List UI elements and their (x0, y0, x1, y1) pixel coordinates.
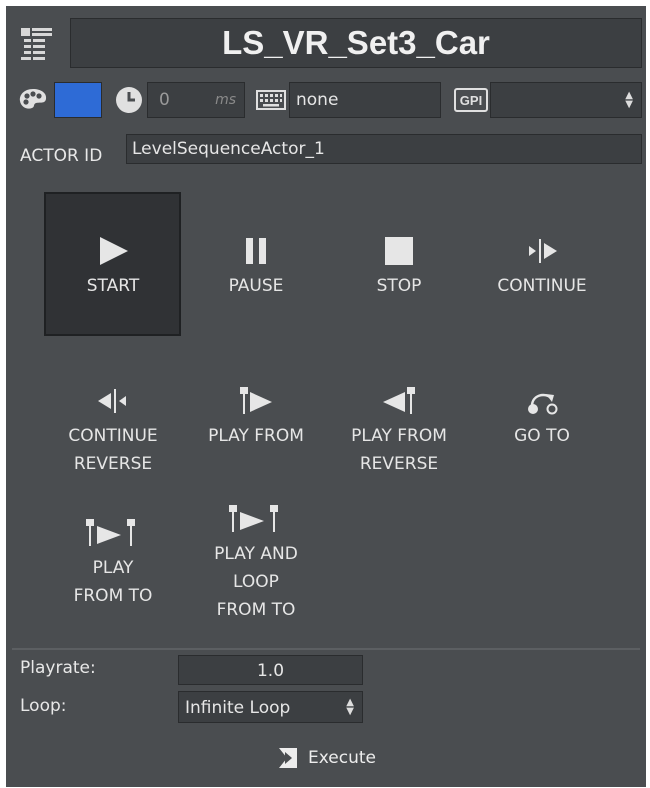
play-from-label: PLAY FROM (208, 426, 304, 446)
play-from-icon (240, 387, 272, 414)
continue-label: CONTINUE (497, 276, 587, 296)
continue-button[interactable]: CONTINUE (477, 236, 607, 300)
tree-list-icon[interactable] (20, 26, 54, 62)
loop-label: Loop: (20, 696, 67, 716)
play-from-reverse-label: PLAY FROM REVERSE (351, 426, 447, 474)
playrate-input[interactable]: 1.0 (178, 655, 363, 685)
control-panel: LS_VR_Set3_Car 0 ms none GPI ▲ ▼ ACTOR I… (6, 6, 646, 787)
template-title[interactable]: LS_VR_Set3_Car (70, 18, 642, 68)
actor-id-input[interactable]: LevelSequenceActor_1 (126, 134, 642, 164)
play-from-reverse-icon (383, 387, 415, 414)
play-from-reverse-button[interactable]: PLAY FROM REVERSE (334, 386, 464, 478)
stop-icon (385, 237, 413, 265)
keyboard-shortcut-input[interactable]: none (289, 82, 441, 118)
loop-select[interactable]: Infinite Loop ▲ ▼ (178, 691, 363, 723)
actor-id-label: ACTOR ID (20, 146, 103, 166)
play-loop-from-to-icon (229, 505, 278, 532)
chevron-updown-icon: ▲ ▼ (625, 90, 633, 110)
play-loop-from-to-button[interactable]: PLAY AND LOOP FROM TO (191, 504, 321, 624)
gpi-icon: GPI (454, 88, 488, 112)
pause-icon (246, 238, 266, 264)
start-label: START (86, 276, 140, 296)
gpi-select[interactable]: ▲ ▼ (490, 82, 642, 118)
go-to-button[interactable]: GO TO (477, 386, 607, 450)
play-icon (100, 237, 128, 265)
clock-icon (115, 86, 143, 114)
play-from-button[interactable]: PLAY FROM (191, 386, 321, 450)
svg-text:GPI: GPI (460, 93, 482, 108)
continue-reverse-icon (98, 389, 126, 413)
pause-button[interactable]: PAUSE (191, 236, 321, 300)
execute-button[interactable]: Execute (276, 744, 376, 772)
palette-icon[interactable] (18, 86, 48, 112)
keyboard-icon (256, 90, 286, 110)
play-from-to-label: PLAY FROM TO (73, 558, 153, 606)
continue-reverse-label: CONTINUE REVERSE (68, 426, 158, 474)
pause-label: PAUSE (228, 276, 284, 296)
go-to-icon (528, 393, 558, 415)
loop-select-value: Infinite Loop (185, 698, 291, 718)
execute-label: Execute (308, 748, 376, 768)
playrate-label: Playrate: (20, 658, 96, 678)
playrate-value: 1.0 (256, 661, 285, 681)
execute-icon (279, 748, 297, 768)
continue-icon (529, 239, 557, 263)
stop-button[interactable]: STOP (334, 236, 464, 300)
play-from-to-icon (86, 519, 135, 546)
delay-value: 0 (159, 90, 170, 110)
delay-unit: ms (215, 92, 236, 108)
color-swatch[interactable] (54, 82, 102, 118)
stop-label: STOP (376, 276, 422, 296)
play-loop-from-to-label: PLAY AND LOOP FROM TO (214, 544, 298, 620)
chevron-updown-icon: ▲ ▼ (346, 697, 354, 717)
go-to-label: GO TO (514, 426, 570, 446)
actor-id-value: LevelSequenceActor_1 (132, 139, 325, 159)
play-from-to-button[interactable]: PLAY FROM TO (48, 518, 178, 610)
divider (12, 648, 640, 650)
keyboard-shortcut-value: none (296, 90, 339, 110)
delay-input[interactable]: 0 ms (147, 82, 245, 118)
continue-reverse-button[interactable]: CONTINUE REVERSE (48, 386, 178, 478)
start-button[interactable]: START (48, 236, 178, 300)
